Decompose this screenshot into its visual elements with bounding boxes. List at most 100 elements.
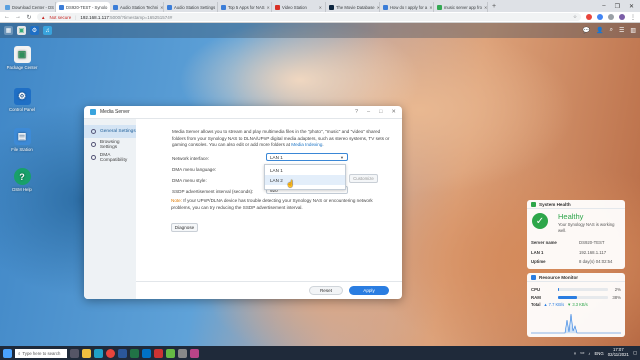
desktop-icon-label: Package Center — [6, 65, 38, 70]
package-center-taskbar-icon[interactable]: ▣ — [17, 26, 26, 35]
reload-icon[interactable]: ↻ — [26, 14, 32, 21]
widget-header: Resource Monitor — [527, 273, 625, 282]
forward-icon[interactable]: → — [15, 14, 21, 20]
window-title: Media Server — [100, 109, 130, 115]
url-input[interactable]: ▲ Not secure | 192.168.1.117:5000/?times… — [37, 13, 581, 21]
tab-label: Audio Station Techni — [120, 4, 159, 10]
control-panel-desktop-icon[interactable]: ⚙ Control Panel — [6, 88, 38, 112]
browser-tab[interactable]: Audio Station Techni ✕ — [110, 2, 164, 12]
dsm-help-desktop-icon[interactable]: ? DSM Help — [6, 168, 38, 192]
chevron-down-icon: ▼ — [340, 154, 344, 160]
close-tab-icon[interactable]: ✕ — [160, 5, 163, 10]
close-icon[interactable]: ✕ — [391, 109, 396, 115]
excel-icon[interactable] — [130, 348, 139, 358]
widgets-icon[interactable]: ▥ — [630, 27, 636, 34]
network-interface-select[interactable]: LAN 1 ▼ — [266, 153, 348, 161]
taskbar-search[interactable]: ⌕ Type here to search — [15, 348, 67, 358]
browser-tab[interactable]: Video Station ✕ — [272, 2, 326, 12]
back-icon[interactable]: ← — [4, 14, 10, 20]
system-health-widget: System Health ✓ Healthy Your Synology NA… — [527, 200, 625, 269]
start-icon[interactable] — [3, 348, 12, 358]
network-graph — [531, 313, 621, 334]
dropdown-option-lan1[interactable]: LAN 1 — [265, 165, 345, 175]
control-panel-taskbar-icon[interactable]: ⚙ — [30, 26, 39, 35]
app-icon[interactable] — [178, 348, 187, 358]
app-icon[interactable] — [190, 348, 199, 358]
widget-header: System Health — [527, 200, 625, 209]
notifications-icon[interactable]: 💬 — [583, 27, 590, 34]
search-icon[interactable]: ⌕ — [610, 27, 613, 34]
options-icon[interactable]: ☰ — [619, 27, 624, 34]
media-server-window: Media Server ? – □ ✕ General Settings Br… — [84, 106, 402, 299]
package-icon: ▣ — [13, 46, 31, 63]
tab-label: Top 5 Apps for NAS — [228, 4, 265, 10]
network-total-row: Total ▲ 7.7 KB/s ▼ 3.3 KB/s — [531, 302, 588, 307]
notification-icon[interactable]: ▢ — [633, 350, 637, 356]
close-tab-icon[interactable]: ✕ — [267, 5, 270, 10]
file-station-desktop-icon[interactable]: ▤ File Station — [6, 128, 38, 152]
help-icon[interactable]: ? — [355, 109, 358, 115]
outlook-icon[interactable] — [142, 348, 151, 358]
reset-button[interactable]: Reset — [309, 286, 343, 295]
browser-tab[interactable]: Download Center - DS✕ — [2, 2, 56, 12]
sidebar-item-dma-compatibility[interactable]: DMA Compatibility — [84, 151, 136, 164]
puzzle-icon[interactable] — [608, 14, 614, 20]
close-window-icon[interactable]: ✕ — [629, 3, 634, 10]
extension-icon[interactable] — [586, 14, 592, 20]
minimize-icon[interactable]: – — [367, 109, 370, 115]
browser-tab-active[interactable]: DS920-TEST - Synolo✕ — [56, 2, 110, 12]
user-icon[interactable]: 👤 — [596, 27, 603, 34]
star-icon[interactable]: ☆ — [573, 14, 577, 20]
browser-tab[interactable]: Top 5 Apps for NAS ✕ — [218, 2, 272, 12]
browser-tab[interactable]: music server app fro ✕ — [434, 2, 488, 12]
diagnose-button[interactable]: Diagnose — [171, 223, 198, 232]
chrome-icon[interactable] — [106, 348, 115, 358]
sidebar-item-general-settings[interactable]: General Settings — [84, 125, 136, 138]
apply-button[interactable]: Apply — [349, 286, 389, 295]
tab-favicon — [5, 4, 10, 10]
tab-label: DS920-TEST - Synolo — [66, 4, 108, 10]
search-icon: ⌕ — [18, 350, 21, 356]
browser-tab[interactable]: The Movie Database ✕ — [326, 2, 380, 12]
sidebar-item-label: General Settings — [100, 129, 136, 134]
media-indexing-link[interactable]: Media Indexing — [291, 142, 322, 147]
desktop-icon-label: DSM Help — [12, 187, 32, 192]
app-icon[interactable] — [154, 348, 163, 358]
word-icon[interactable] — [118, 348, 127, 358]
profile-avatar[interactable] — [619, 14, 625, 20]
browser-tab[interactable]: How do I apply for a ✕ — [380, 2, 434, 12]
maximize-icon[interactable]: ❐ — [615, 3, 620, 10]
close-tab-icon[interactable]: ✕ — [429, 5, 432, 10]
app-icon[interactable] — [166, 348, 175, 358]
language-indicator[interactable]: ENG — [594, 351, 603, 356]
network-icon[interactable]: ▭ — [580, 350, 584, 356]
extension-icon[interactable] — [597, 14, 603, 20]
close-tab-icon[interactable]: ✕ — [484, 5, 487, 10]
main-menu-icon[interactable]: ▦ — [4, 26, 13, 35]
new-tab-button[interactable]: + — [488, 2, 500, 12]
resource-monitor-widget: Resource Monitor CPU 2% RAM 38% Total ▲ … — [527, 273, 625, 337]
edge-icon[interactable] — [94, 348, 103, 358]
clock[interactable]: 17:07 02/11/2021 — [608, 347, 629, 358]
close-tab-icon[interactable]: ✕ — [319, 5, 322, 10]
ram-bar-fill — [558, 295, 577, 299]
tab-label: Download Center - DS — [12, 4, 54, 10]
cpu-bar-fill — [558, 287, 559, 291]
menu-icon[interactable]: ⋮ — [630, 14, 636, 21]
check-icon: ✓ — [532, 213, 548, 229]
task-view-icon[interactable] — [70, 348, 79, 358]
tab-favicon — [383, 4, 388, 10]
tab-favicon — [275, 4, 280, 10]
maximize-icon[interactable]: □ — [379, 109, 382, 115]
minimize-icon[interactable]: – — [602, 3, 605, 9]
chevron-up-icon[interactable]: ˄ — [574, 351, 577, 356]
info-row: Uptime 8 day(s) 04:02:54 — [531, 259, 613, 264]
package-center-desktop-icon[interactable]: ▣ Package Center — [6, 46, 38, 70]
browser-tab[interactable]: Audio Station Settings✕ — [164, 2, 218, 12]
volume-icon[interactable]: ♪ — [588, 351, 590, 356]
sidebar-item-browsing-settings[interactable]: Browsing Settings — [84, 138, 136, 151]
file-explorer-icon[interactable] — [82, 348, 91, 358]
media-server-taskbar-icon[interactable]: ♫ — [43, 26, 52, 35]
dropdown-option-lan2[interactable]: LAN 2 — [265, 175, 345, 185]
customize-button[interactable]: Customize — [349, 174, 378, 183]
